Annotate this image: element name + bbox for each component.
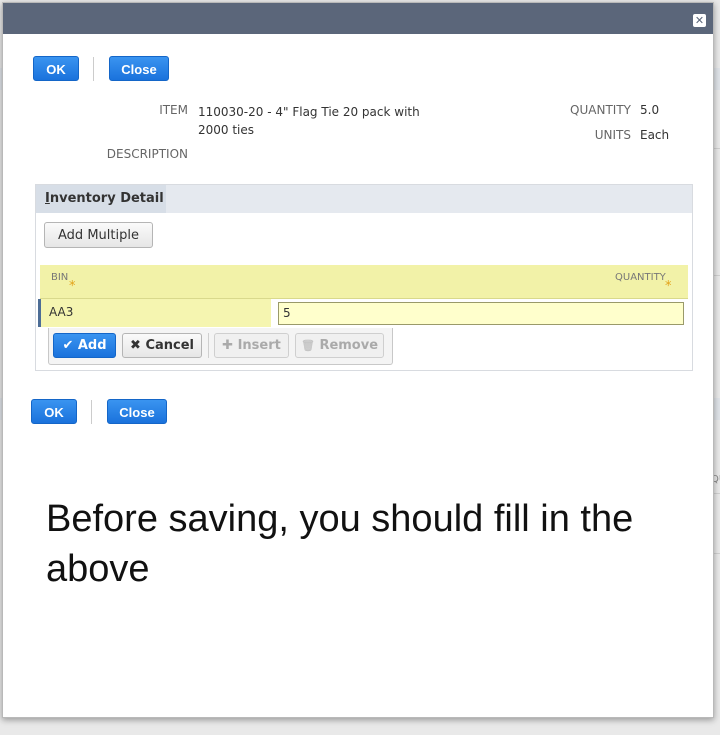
insert-row-button[interactable]: ✚ Insert [214,333,289,358]
row-toolbar: ✔ Add ✖ Cancel ✚ Insert 🗑 Remove [48,328,393,365]
required-mark: * [665,279,672,294]
quantity-label: QUANTITY [570,103,631,117]
quantity-value: 5.0 [640,103,660,117]
ok-button-top[interactable]: OK [33,56,79,81]
add-multiple-button[interactable]: Add Multiple [44,222,153,248]
checkmark-icon: ✔ [62,338,74,353]
dialog-content: OK Close ITEM 110030-20 - 4" Flag Tie 20… [11,34,713,717]
add-row-label: Add [77,338,107,353]
item-label: ITEM [159,103,188,117]
units-label: UNITS [594,128,631,142]
item-value: 110030-20 - 4" Flag Tie 20 pack with 200… [198,105,420,137]
grid-header: BIN * QUANTITY * [40,265,688,299]
close-button-bottom[interactable]: Close [107,399,167,424]
ok-button-bottom[interactable]: OK [31,399,77,424]
quantity-column-header: QUANTITY [615,272,666,283]
add-row-button[interactable]: ✔ Add [53,333,116,358]
inventory-detail-section: Inventory Detail Add Multiple BIN * QUAN… [35,184,693,371]
remove-row-button[interactable]: 🗑 Remove [295,333,384,358]
button-separator [91,400,92,424]
remove-row-label: Remove [319,338,379,353]
close-icon[interactable]: ✕ [693,14,706,27]
dialog-header: ✕ [3,3,713,34]
button-separator [93,57,94,81]
trash-icon: 🗑 [300,339,315,352]
annotation-text: Before saving, you should fill in the ab… [46,498,634,590]
required-mark: * [69,279,76,294]
tab-inventory-detail[interactable]: Inventory Detail [36,185,166,213]
close-button-top[interactable]: Close [109,56,169,81]
cross-icon: ✖ [130,338,141,353]
quantity-input[interactable]: 5 [278,302,684,325]
plus-icon: ✚ [222,338,234,353]
insert-row-label: Insert [237,338,281,353]
toolbar-separator [208,333,209,358]
units-value: Each [640,128,670,142]
table-row: AA3 5 [38,299,690,328]
tab-label: nventory Detail [49,191,164,206]
description-label: DESCRIPTION [106,147,188,161]
bin-cell[interactable]: AA3 [38,299,271,327]
cancel-row-button[interactable]: ✖ Cancel [122,333,202,358]
inventory-detail-dialog: ✕ OK Close ITEM 110030-20 - 4" Flag Tie … [2,2,714,718]
bin-column-header: BIN [51,272,69,283]
cancel-row-label: Cancel [145,338,194,353]
